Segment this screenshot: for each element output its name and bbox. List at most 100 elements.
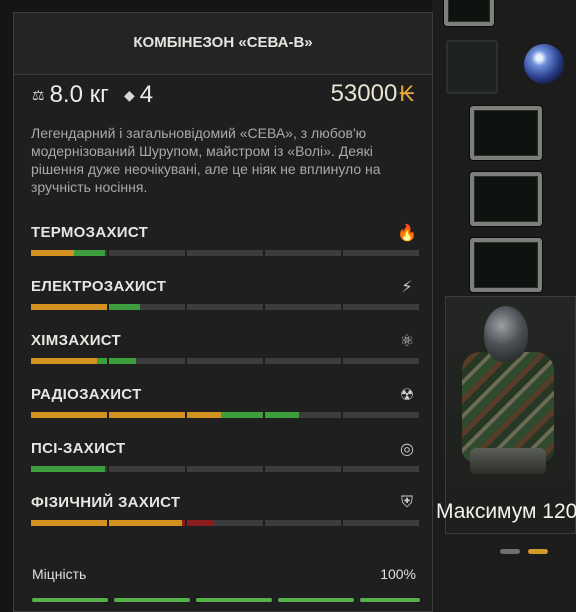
bar-gap <box>185 412 187 418</box>
bar-track-segment <box>187 466 263 472</box>
bar-gap <box>263 358 265 364</box>
protection-bar <box>31 520 419 526</box>
bar-fill-green <box>96 358 136 364</box>
bar-gap <box>107 466 109 472</box>
inventory-slot[interactable] <box>470 238 542 292</box>
inventory-slot[interactable] <box>470 172 542 226</box>
inventory-slot[interactable] <box>444 0 494 26</box>
protection-label: ТЕРМОЗАХИСТ <box>31 224 149 241</box>
bar-fill-green <box>73 250 105 256</box>
artifact-icon[interactable] <box>524 44 564 84</box>
bar-fill-orange <box>31 304 109 310</box>
protection-bar <box>31 466 419 472</box>
bar-fill-green <box>31 466 105 472</box>
bar-gap <box>107 304 109 310</box>
artifact-slot-icon: ◆ <box>124 86 135 103</box>
item-title: КОМБІНЕЗОН «СЕВА-В» <box>133 34 313 51</box>
protection-label: ХІМЗАХИСТ <box>31 332 122 349</box>
bar-track-segment <box>265 250 341 256</box>
protection-label: ФІЗИЧНИЙ ЗАХИСТ <box>31 494 181 511</box>
bar-track-segment <box>109 466 185 472</box>
tooltip-header: КОМБІНЕЗОН «СЕВА-В» <box>14 13 432 75</box>
bar-gap <box>185 466 187 472</box>
bar-gap <box>185 358 187 364</box>
item-description: Легендарний і загальновідомий «СЕВА», з … <box>31 125 381 195</box>
protection-bar <box>31 250 419 256</box>
chemical-icon: ⚛ <box>399 330 415 350</box>
bar-gap <box>341 412 343 418</box>
durability-value: 100% <box>380 566 416 582</box>
weight-stat: ⚖ 8.0 кг <box>32 80 109 110</box>
slots-stat: ◆ 4 <box>124 80 153 110</box>
page-dot-active[interactable] <box>528 549 548 554</box>
bar-gap <box>107 412 109 418</box>
durability-segment <box>278 598 354 602</box>
inventory-slot[interactable] <box>446 40 498 94</box>
durability-segment <box>114 598 190 602</box>
bar-gap <box>107 520 109 526</box>
bar-fill-orange <box>31 250 74 256</box>
suit-body-icon <box>462 352 554 462</box>
bar-gap <box>341 250 343 256</box>
protection-row: РАДІОЗАХИСТ ☢ <box>31 385 419 426</box>
bar-gap <box>185 304 187 310</box>
bar-gap <box>263 250 265 256</box>
bar-fill-green <box>108 304 140 310</box>
durability-row: Міцність 100% <box>32 566 416 582</box>
bar-gap <box>263 304 265 310</box>
bar-gap <box>263 466 265 472</box>
radiation-icon: ☢ <box>399 384 415 404</box>
protection-row: ТЕРМОЗАХИСТ 🔥 <box>31 223 419 264</box>
bar-track-segment <box>265 520 341 526</box>
protection-bar <box>31 304 419 310</box>
armor-shield-icon: ⛨ <box>400 492 413 511</box>
bar-track-segment <box>343 358 419 364</box>
protection-label: ПСІ-ЗАХИСТ <box>31 440 126 457</box>
bar-fill-orange <box>31 358 97 364</box>
psi-icon: ◎ <box>400 438 414 458</box>
inventory-item-name: Максимум 120 <box>436 500 576 523</box>
durability-bar <box>14 598 434 602</box>
bar-track-segment <box>343 412 419 418</box>
bar-fill-orange <box>31 412 222 418</box>
bar-track-segment <box>109 250 185 256</box>
suit-belt-icon <box>470 448 546 474</box>
bar-gap <box>263 412 265 418</box>
bar-gap <box>341 358 343 364</box>
bar-track-segment <box>343 304 419 310</box>
protection-bar <box>31 358 419 364</box>
durability-label: Міцність <box>32 566 87 582</box>
slots-value: 4 <box>139 81 154 108</box>
page-indicator <box>500 549 560 555</box>
flame-icon: 🔥 <box>397 222 417 242</box>
protection-label: ЕЛЕКТРОЗАХИСТ <box>31 278 167 295</box>
lightning-shield-icon: ⚡ <box>401 276 413 296</box>
bar-gap <box>185 520 187 526</box>
bar-track-segment <box>265 466 341 472</box>
bar-track-segment <box>265 304 341 310</box>
weight-icon: ⚖ <box>32 86 45 103</box>
bar-track-segment <box>187 304 263 310</box>
protection-row: ПСІ-ЗАХИСТ ◎ <box>31 439 419 480</box>
page-dot[interactable] <box>500 549 520 554</box>
weight-value: 8.0 кг <box>49 81 109 108</box>
durability-segment <box>32 598 108 602</box>
inventory-slot[interactable] <box>470 106 542 160</box>
bar-track-segment <box>187 358 263 364</box>
bar-track-segment <box>343 520 419 526</box>
protection-label: РАДІОЗАХИСТ <box>31 386 142 403</box>
protection-bar <box>31 412 419 418</box>
price: 53000 ₭ <box>331 80 414 108</box>
bar-gap <box>341 520 343 526</box>
bar-track-segment <box>265 358 341 364</box>
bar-track-segment <box>343 250 419 256</box>
durability-segment <box>196 598 272 602</box>
bar-gap <box>107 358 109 364</box>
bar-track-segment <box>343 466 419 472</box>
protection-row: ЕЛЕКТРОЗАХИСТ ⚡ <box>31 277 419 318</box>
suit-helmet-icon <box>484 306 528 362</box>
currency-icon: ₭ <box>399 81 414 106</box>
bar-gap <box>341 466 343 472</box>
bar-gap <box>341 304 343 310</box>
protection-row: ХІМЗАХИСТ ⚛ <box>31 331 419 372</box>
